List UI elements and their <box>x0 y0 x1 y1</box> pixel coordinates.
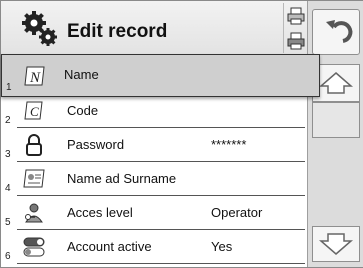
navigation-panel <box>307 1 363 267</box>
list-item-account-active[interactable]: 6 Account active Yes <box>1 230 307 264</box>
code-letter-c-icon: C <box>24 101 43 120</box>
row-number: 2 <box>5 115 11 126</box>
row-divider <box>17 263 305 264</box>
page-title: Edit record <box>67 21 168 42</box>
name-letter-n-icon: N <box>24 66 45 86</box>
side-icon-strip <box>283 3 308 53</box>
back-button[interactable] <box>312 9 360 55</box>
list-item-code[interactable]: 2 C Code <box>1 94 307 128</box>
list-item-name-and-surname[interactable]: 4 Name ad Surname <box>1 162 307 196</box>
row-label: Code <box>67 103 99 118</box>
edit-record-window: Edit record 1 N Name 2 C Code 3 Password… <box>0 0 363 268</box>
gears-icon <box>22 11 57 46</box>
back-arrow-icon <box>326 20 353 43</box>
padlock-icon <box>26 134 42 156</box>
record-field-list: 1 N Name 2 C Code 3 Password ******* 4 N… <box>1 54 320 267</box>
list-item-name[interactable]: 1 N Name <box>1 54 320 97</box>
row-value: ******* <box>211 137 247 152</box>
svg-text:C: C <box>30 104 39 119</box>
list-item-password[interactable]: 3 Password ******* <box>1 128 307 162</box>
scroll-down-button[interactable] <box>312 226 360 262</box>
row-label: Name <box>64 67 99 82</box>
list-item-access-level[interactable]: 5 Acces level Operator <box>1 196 307 230</box>
row-label: Account active <box>67 239 152 254</box>
row-number: 5 <box>5 217 11 228</box>
row-number: 3 <box>5 149 11 160</box>
scroll-track[interactable] <box>312 102 360 138</box>
row-number: 6 <box>5 251 11 262</box>
row-number: 1 <box>6 82 12 93</box>
row-value: Operator <box>211 205 263 220</box>
arrow-down-icon <box>318 233 354 255</box>
toggle-switch-icon <box>23 237 45 257</box>
row-value: Yes <box>211 239 233 254</box>
user-key-icon <box>25 203 43 223</box>
svg-text:N: N <box>29 70 41 86</box>
row-label: Password <box>67 137 125 152</box>
id-card-icon <box>23 169 45 188</box>
printer-icon[interactable] <box>286 31 306 51</box>
header-bar: Edit record <box>1 1 307 55</box>
row-label: Name ad Surname <box>67 171 177 186</box>
row-label: Acces level <box>67 205 133 220</box>
row-number: 4 <box>5 183 11 194</box>
printer-icon[interactable] <box>286 6 306 26</box>
